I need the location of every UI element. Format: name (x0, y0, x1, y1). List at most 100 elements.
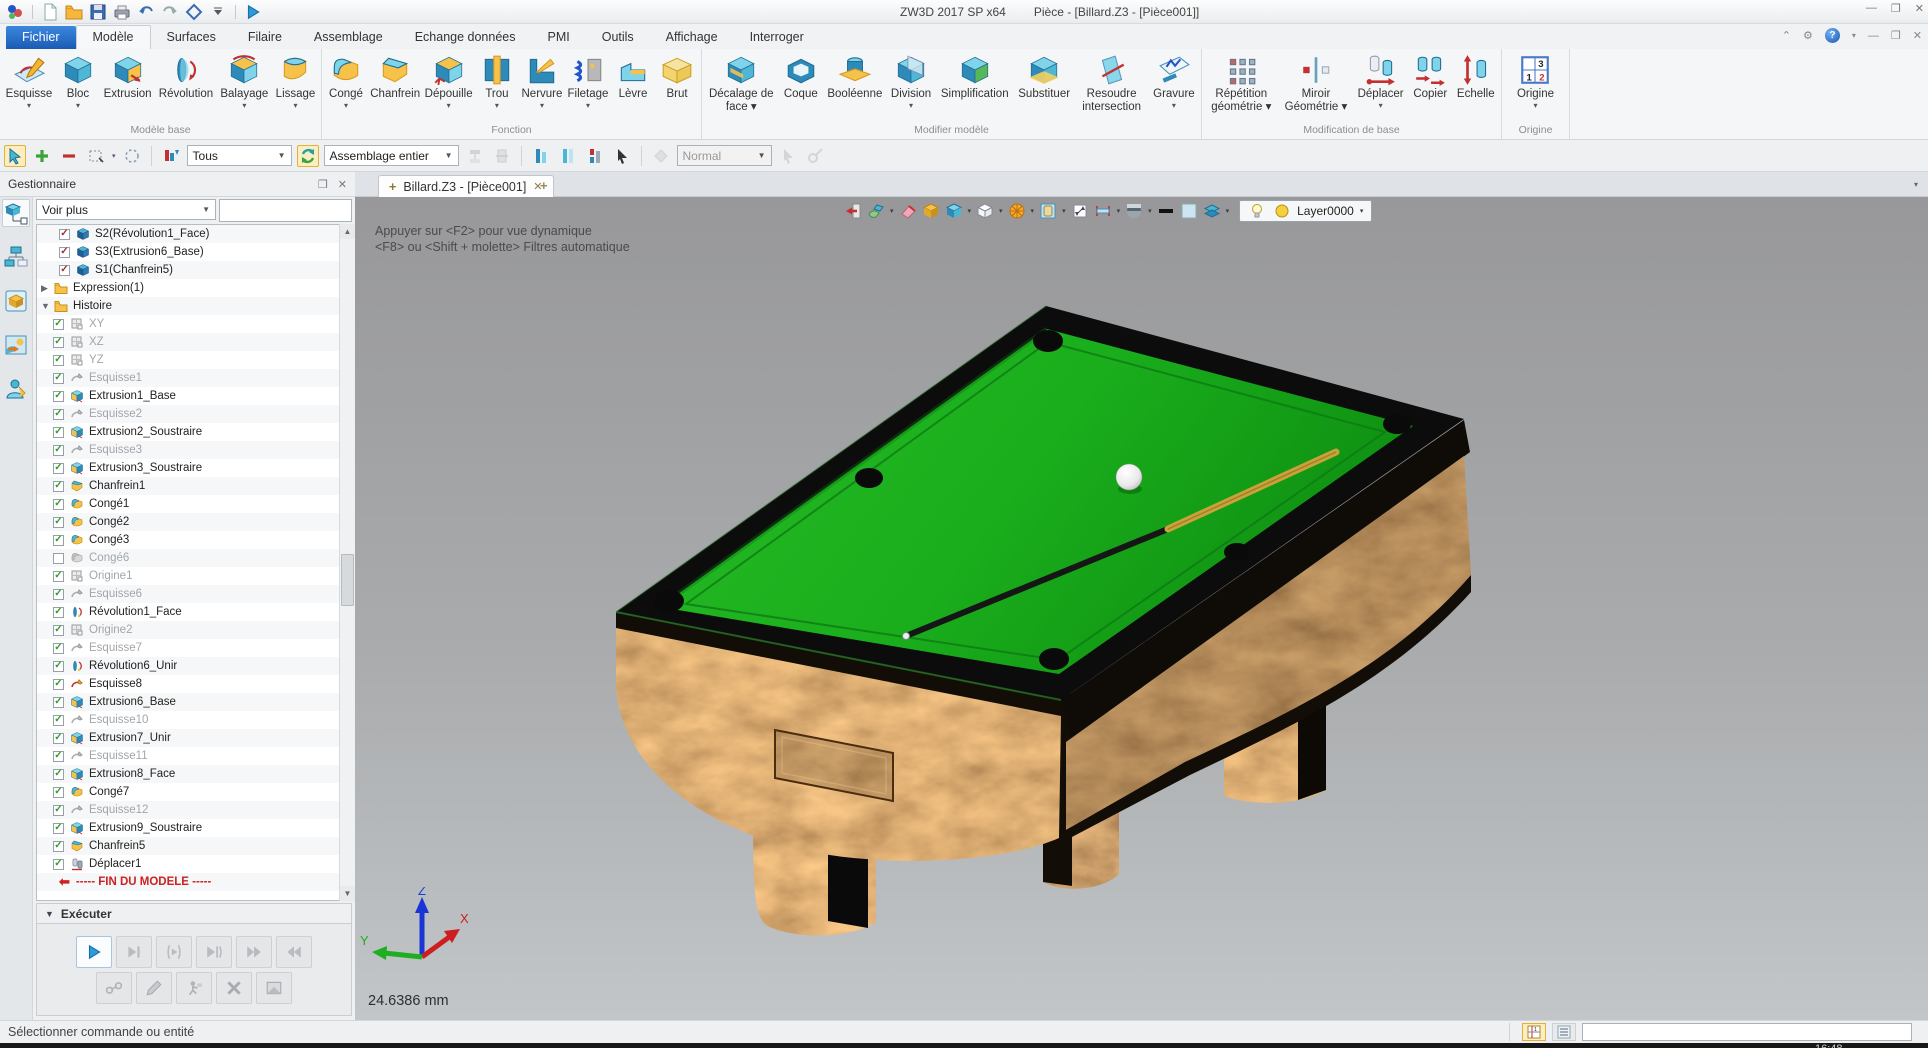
gray-diamond-icon[interactable] (650, 145, 672, 167)
layers-icon[interactable] (1202, 201, 1222, 221)
remove-minus-icon[interactable] (58, 145, 80, 167)
ribbon-button-déplacer[interactable]: Déplacer▾ (1354, 51, 1408, 111)
frame-view-icon[interactable] (1038, 201, 1058, 221)
tree-item-feature[interactable]: ✓Déplacer1 (37, 855, 351, 873)
checkbox-checked[interactable]: ✓ (53, 481, 64, 492)
execute-section-header[interactable]: ▼ Exécuter (36, 903, 352, 924)
ribbon-button-coque[interactable]: Coque (779, 51, 823, 103)
checkbox-checked[interactable]: ✓ (53, 823, 64, 834)
tree-item-feature[interactable]: ✓XZ (37, 333, 351, 351)
zw3d-logo-icon[interactable] (6, 3, 24, 21)
ribbon-button-filetage[interactable]: Filetage▾ (565, 51, 611, 111)
tree-search-box[interactable] (219, 199, 352, 222)
menu-pmi[interactable]: PMI (531, 26, 585, 49)
line-width-icon[interactable] (1156, 201, 1176, 221)
edit-pencil-button[interactable] (136, 972, 172, 1004)
tree-item-feature[interactable]: ✓Esquisse3 (37, 441, 351, 459)
display-mode-dropdown[interactable]: Normal▼ (677, 145, 772, 166)
ribbon-button-miroir-géométrie[interactable]: Miroir Géométrie ▾ (1279, 51, 1353, 116)
menu-outils[interactable]: Outils (586, 26, 650, 49)
menu-mod-le[interactable]: Modèle (76, 25, 151, 49)
play-icon[interactable] (244, 3, 262, 21)
dropdown-caret-icon[interactable]: ▾ (1117, 207, 1121, 215)
ribbon-button-répétition-géométrie[interactable]: Répétition géométrie ▾ (1204, 51, 1278, 116)
tree-item-feature[interactable]: ✓Esquisse2 (37, 405, 351, 423)
tree-item-feature[interactable]: ✓Congé2 (37, 513, 351, 531)
dropdown-caret-icon[interactable]: ▾ (1031, 207, 1035, 215)
constrain-a-icon[interactable] (464, 145, 486, 167)
ribbon-button-chanfrein[interactable]: Chanfrein (368, 51, 422, 103)
ribbon-button-division[interactable]: Division▾ (887, 51, 935, 111)
ribbon-button-dépouille[interactable]: Dépouille▾ (422, 51, 475, 111)
checkbox-unchecked[interactable] (53, 553, 64, 564)
expand-arrow-icon[interactable]: ▼ (41, 301, 51, 311)
checkbox-checked[interactable]: ✓ (53, 409, 64, 420)
tree-item-feature[interactable]: ✓Extrusion7_Unir (37, 729, 351, 747)
ribbon-button-lèvre[interactable]: Lèvre (611, 51, 655, 103)
tree-item-feature[interactable]: ✓Chanfrein5 (37, 837, 351, 855)
menu-surfaces[interactable]: Surfaces (151, 26, 232, 49)
undo-icon[interactable] (137, 3, 155, 21)
minimize-button[interactable]: — (1866, 2, 1877, 15)
tree-filter-dropdown[interactable]: Voir plus ▼ (36, 199, 216, 220)
tree-item-feature[interactable]: ✓Esquisse12 (37, 801, 351, 819)
play-to-end-button[interactable] (116, 936, 152, 968)
dropdown-caret-icon[interactable]: ▾ (242, 103, 246, 109)
ribbon-button-copier[interactable]: Copier (1408, 51, 1452, 103)
iso-cube-icon[interactable] (921, 201, 941, 221)
input-mode-button[interactable]: 1 (1522, 1023, 1546, 1041)
dropdown-caret-icon[interactable]: ▾ (1062, 207, 1066, 215)
checkbox-checked[interactable]: ✓ (53, 427, 64, 438)
tree-item-shape[interactable]: ✓S3(Extrusion6_Base) (37, 243, 351, 261)
dropdown-caret-icon[interactable]: ▾ (909, 103, 913, 109)
tree-item-feature[interactable]: ✓Extrusion6_Base (37, 693, 351, 711)
visual-manager-icon[interactable] (2, 287, 30, 315)
view-orient-icon[interactable] (185, 3, 203, 21)
ribbon-button-révolution[interactable]: Révolution (155, 51, 217, 103)
play-button[interactable] (76, 936, 112, 968)
stack-blue-icon[interactable] (530, 145, 552, 167)
play-paren-button[interactable] (156, 936, 192, 968)
dropdown-caret-icon[interactable]: ▾ (293, 103, 297, 109)
stack-red-icon[interactable] (584, 145, 606, 167)
menu-fichier[interactable]: Fichier (6, 26, 76, 49)
checkbox-checked[interactable]: ✓ (53, 355, 64, 366)
wire-cube-icon[interactable] (975, 201, 995, 221)
checkbox-checked[interactable]: ✓ (53, 625, 64, 636)
dropdown-caret-icon[interactable]: ▾ (999, 207, 1003, 215)
scroll-down-icon[interactable]: ▼ (340, 886, 355, 901)
menu-assemblage[interactable]: Assemblage (298, 26, 399, 49)
dropdown-caret-icon[interactable]: ▾ (540, 103, 544, 109)
command-input[interactable] (1582, 1023, 1912, 1041)
tree-item-feature[interactable]: ✓Chanfrein1 (37, 477, 351, 495)
close-button[interactable]: ✕ (1915, 2, 1924, 15)
constrain-b-icon[interactable] (491, 145, 513, 167)
add-plus-icon[interactable] (31, 145, 53, 167)
ribbon-button-gravure[interactable]: Gravure▾ (1149, 51, 1199, 111)
more-dropdown-icon[interactable] (209, 3, 227, 21)
tree-item-feature[interactable]: ✓Origine1 (37, 567, 351, 585)
ribbon-button-nervure[interactable]: Nervure▾ (519, 51, 565, 111)
checkbox-checked[interactable]: ✓ (53, 697, 64, 708)
dropdown-caret-icon[interactable]: ▾ (76, 103, 80, 109)
role-manager-icon[interactable] (2, 375, 30, 403)
ribbon-button-substituer[interactable]: Substituer (1014, 51, 1074, 103)
menu-filaire[interactable]: Filaire (232, 26, 298, 49)
ribbon-button-décalage-de-face[interactable]: Décalage de face ▾ (704, 51, 778, 116)
checkbox-checked[interactable]: ✓ (59, 265, 70, 276)
regen-target-dropdown[interactable]: Assemblage entier▼ (324, 145, 459, 166)
tree-item-feature[interactable]: ✓Révolution6_Unir (37, 657, 351, 675)
settings-gear-icon[interactable]: ⚙ (1803, 29, 1813, 42)
dropdown-caret-icon[interactable]: ▾ (1172, 103, 1176, 109)
checkbox-checked[interactable]: ✓ (53, 571, 64, 582)
new-tab-button[interactable]: + (540, 178, 548, 193)
tree-item-feature[interactable]: Congé6 (37, 549, 351, 567)
checkbox-checked[interactable]: ✓ (53, 445, 64, 456)
checkbox-checked[interactable]: ✓ (53, 319, 64, 330)
3d-viewport[interactable]: ▾▾▾▾▾▾▾▾Layer0000▾ Appuyer sur <F2> pour… (355, 197, 1928, 1020)
tree-item-feature[interactable]: ✓Extrusion8_Face (37, 765, 351, 783)
checkbox-checked[interactable]: ✓ (53, 373, 64, 384)
tree-item-feature[interactable]: ✓Extrusion1_Base (37, 387, 351, 405)
tree-item-feature[interactable]: ✓Congé1 (37, 495, 351, 513)
new-file-icon[interactable] (41, 3, 59, 21)
